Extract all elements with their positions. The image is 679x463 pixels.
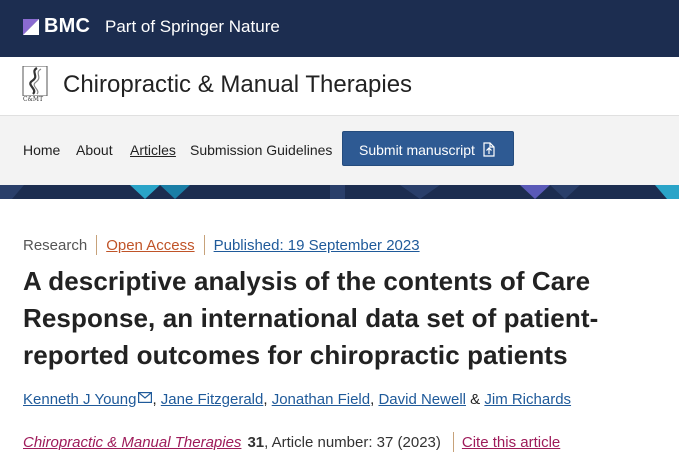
journal-logo-icon xyxy=(22,65,48,97)
journal-title[interactable]: Chiropractic & Manual Therapies xyxy=(63,71,412,99)
author-separator: , xyxy=(263,391,268,408)
article-title: A descriptive analysis of the contents o… xyxy=(23,266,599,370)
author-separator: , xyxy=(370,391,375,408)
nav-articles[interactable]: Articles xyxy=(130,142,176,158)
bmc-header-bar: BMC Part of Springer Nature xyxy=(0,0,679,57)
meta-divider xyxy=(203,235,205,255)
meta-divider xyxy=(96,235,98,255)
citation-article-number: , Article number: 37 (2023) xyxy=(264,433,441,451)
submit-manuscript-button[interactable]: Submit manuscript xyxy=(342,131,514,166)
nav-about[interactable]: About xyxy=(76,142,113,158)
upload-document-icon xyxy=(483,142,495,157)
author-link[interactable]: Jonathan Field xyxy=(272,391,370,408)
citation-journal-link[interactable]: Chiropractic & Manual Therapies xyxy=(23,434,241,451)
journal-logo[interactable]: C&MT xyxy=(22,65,48,106)
author-link[interactable]: Kenneth J Young xyxy=(23,391,136,408)
citation-volume: 31 xyxy=(247,433,265,451)
citation-divider xyxy=(452,432,454,452)
bmc-logo-icon[interactable] xyxy=(23,19,39,35)
submit-manuscript-label: Submit manuscript xyxy=(359,142,475,158)
nav-submission-guidelines[interactable]: Submission Guidelines xyxy=(190,142,332,158)
decorative-banner xyxy=(0,185,679,199)
article-meta: Research Open Access Published: 19 Septe… xyxy=(23,235,420,255)
citation-line: Chiropractic & Manual Therapies 31 , Art… xyxy=(23,432,560,452)
author-and: & xyxy=(470,391,481,408)
published-date-link[interactable]: Published: 19 September 2023 xyxy=(214,237,420,254)
author-separator: , xyxy=(152,391,157,408)
author-link[interactable]: Jim Richards xyxy=(484,391,571,408)
cite-this-article-link[interactable]: Cite this article xyxy=(462,434,560,451)
author-list: Kenneth J Young, Jane Fitzgerald, Jonath… xyxy=(23,391,571,408)
nav-home[interactable]: Home xyxy=(23,142,60,158)
email-icon[interactable] xyxy=(138,392,153,403)
open-access-link[interactable]: Open Access xyxy=(106,237,194,254)
decorative-pattern xyxy=(0,185,679,199)
journal-logo-text: C&MT xyxy=(23,96,44,103)
article-type: Research xyxy=(23,236,88,254)
bmc-logo-text[interactable]: BMC xyxy=(44,15,90,38)
springer-nature-tagline[interactable]: Part of Springer Nature xyxy=(105,17,280,37)
author-link[interactable]: Jane Fitzgerald xyxy=(161,391,264,408)
author-link[interactable]: David Newell xyxy=(378,391,466,408)
